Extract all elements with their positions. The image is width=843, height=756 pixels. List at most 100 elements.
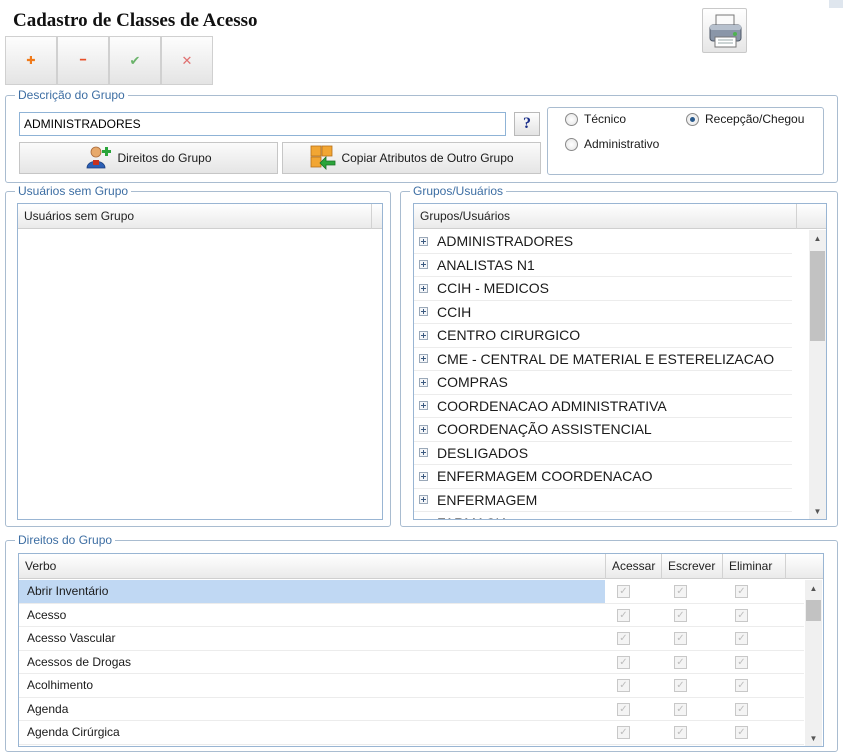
table-row[interactable]: Acesso Vascular ✓ ✓ ✓ <box>19 627 804 651</box>
eliminar-checkbox[interactable]: ✓ <box>735 655 748 669</box>
acessar-checkbox[interactable]: ✓ <box>617 585 630 598</box>
eliminar-checkbox[interactable]: ✓ <box>735 702 748 716</box>
eliminar-checkbox[interactable]: ✓ <box>735 632 748 645</box>
radio-recepcao-chegou[interactable]: Recepção/Chegou <box>686 112 804 126</box>
group-rights-grid[interactable]: Verbo Acessar Escrever Eliminar Abrir In… <box>18 553 824 747</box>
eliminar-checkbox[interactable]: ✓ <box>735 679 748 692</box>
expand-icon[interactable] <box>419 354 428 364</box>
acessar-checkbox[interactable]: ✓ <box>617 655 630 669</box>
tree-node-label: CME - CENTRAL DE MATERIAL E ESTERELIZACA… <box>437 350 775 367</box>
escrever-checkbox[interactable]: ✓ <box>674 585 687 598</box>
group-description-legend: Descrição do Grupo <box>15 88 128 102</box>
escrever-checkbox[interactable]: ✓ <box>674 632 687 645</box>
scrollbar-thumb[interactable] <box>810 251 825 341</box>
radio-administrativo-indicator <box>565 137 578 151</box>
tree-node[interactable]: CCIH - MEDICOS <box>414 277 792 301</box>
column-header-escrever[interactable]: Escrever <box>662 554 723 579</box>
groups-users-column-header[interactable]: Grupos/Usuários <box>414 204 797 229</box>
users-without-group-column-header[interactable]: Usuários sem Grupo <box>18 204 372 229</box>
tree-node[interactable]: ADMINISTRADORES <box>414 230 792 254</box>
tree-node[interactable]: ENFERMAGEM <box>414 489 792 512</box>
users-without-group-header: Usuários sem Grupo <box>18 204 382 229</box>
help-button[interactable]: ? <box>514 112 540 136</box>
tree-node[interactable]: CENTRO CIRURGICO <box>414 324 792 348</box>
tree-node[interactable]: CCIH <box>414 301 792 324</box>
expand-icon[interactable] <box>419 236 428 246</box>
escrever-checkbox[interactable]: ✓ <box>674 655 687 669</box>
expand-icon[interactable] <box>419 330 428 340</box>
escrever-checkbox[interactable]: ✓ <box>674 679 687 692</box>
print-button[interactable] <box>702 8 747 53</box>
group-type-radio-group: Técnico Recepção/Chegou Administrativo <box>547 107 824 175</box>
page-title: Cadastro de Classes de Acesso <box>13 10 258 31</box>
column-header-eliminar[interactable]: Eliminar <box>723 554 786 579</box>
verbo-cell: Acessos de Drogas <box>27 654 132 669</box>
tree-node-label: COORDENACAO ADMINISTRATIVA <box>437 397 667 414</box>
expand-icon[interactable] <box>419 424 428 434</box>
acessar-checkbox[interactable]: ✓ <box>617 632 630 645</box>
copy-attributes-icon <box>309 144 337 173</box>
escrever-checkbox[interactable]: ✓ <box>674 726 687 739</box>
expand-icon[interactable] <box>419 283 428 293</box>
tree-node[interactable]: ANALISTAS N1 <box>414 254 792 277</box>
tree-node-label: CCIH <box>437 303 472 320</box>
expand-icon[interactable] <box>419 518 428 519</box>
acessar-checkbox[interactable]: ✓ <box>617 702 630 716</box>
scroll-down-arrow-icon[interactable]: ▼ <box>809 503 826 519</box>
group-rights-button[interactable]: Direitos do Grupo <box>19 142 278 174</box>
escrever-checkbox[interactable]: ✓ <box>674 702 687 716</box>
radio-tecnico[interactable]: Técnico <box>565 112 626 126</box>
table-row[interactable]: Acesso ✓ ✓ ✓ <box>19 604 804 627</box>
radio-administrativo-label: Administrativo <box>584 137 660 151</box>
group-rights-panel: Direitos do Grupo Verbo Acessar Escrever… <box>5 533 838 752</box>
radio-administrativo[interactable]: Administrativo <box>565 137 659 151</box>
groups-users-tree[interactable]: Grupos/Usuários ADMINISTRADORES ANALISTAS… <box>413 203 827 520</box>
eliminar-checkbox[interactable]: ✓ <box>735 608 748 622</box>
tree-node[interactable]: COMPRAS <box>414 371 792 395</box>
tree-node-label: COORDENAÇÃO ASSISTENCIAL <box>437 421 652 438</box>
tree-node[interactable]: DESLIGADOS <box>414 442 792 465</box>
tree-node[interactable]: ENFERMAGEM COORDENACAO <box>414 465 792 489</box>
verbo-cell: Acolhimento <box>27 678 94 692</box>
table-row[interactable]: Acolhimento ✓ ✓ ✓ <box>19 674 804 698</box>
groups-users-scrollbar[interactable]: ▲ ▼ <box>809 230 826 519</box>
column-header-acessar[interactable]: Acessar <box>606 554 662 579</box>
add-button[interactable]: ✚ <box>5 36 57 85</box>
table-row[interactable]: Acessos de Drogas ✓ ✓ ✓ <box>19 651 804 674</box>
scroll-down-arrow-icon[interactable]: ▼ <box>805 730 822 746</box>
escrever-checkbox[interactable]: ✓ <box>674 608 687 622</box>
table-row[interactable]: Agenda ✓ ✓ ✓ <box>19 698 804 721</box>
acessar-checkbox[interactable]: ✓ <box>617 726 630 739</box>
expand-icon[interactable] <box>419 495 428 505</box>
expand-icon[interactable] <box>419 377 428 387</box>
tree-node[interactable]: COORDENAÇÃO ASSISTENCIAL <box>414 418 792 442</box>
confirm-button[interactable]: ✔ <box>109 36 161 85</box>
expand-icon[interactable] <box>419 448 428 458</box>
tree-node[interactable]: CME - CENTRAL DE MATERIAL E ESTERELIZACA… <box>414 348 792 371</box>
scroll-up-arrow-icon[interactable]: ▲ <box>809 230 826 247</box>
acessar-checkbox[interactable]: ✓ <box>617 608 630 622</box>
group-rights-scrollbar[interactable]: ▲ ▼ <box>805 580 822 746</box>
scroll-up-arrow-icon[interactable]: ▲ <box>805 580 822 597</box>
table-row[interactable]: Agenda Cirúrgica ✓ ✓ ✓ <box>19 721 804 745</box>
expand-icon[interactable] <box>419 401 428 411</box>
expand-icon[interactable] <box>419 260 428 270</box>
printer-icon <box>709 14 742 48</box>
remove-button[interactable]: ━ <box>57 36 109 85</box>
eliminar-checkbox[interactable]: ✓ <box>735 726 748 739</box>
eliminar-checkbox[interactable]: ✓ <box>735 585 748 598</box>
column-header-verbo[interactable]: Verbo <box>19 554 606 579</box>
group-description-input[interactable] <box>19 112 506 136</box>
scrollbar-thumb[interactable] <box>806 600 821 621</box>
group-rights-header: Verbo Acessar Escrever Eliminar <box>19 554 823 579</box>
acessar-checkbox[interactable]: ✓ <box>617 679 630 692</box>
users-without-group-grid[interactable]: Usuários sem Grupo <box>17 203 383 520</box>
expand-icon[interactable] <box>419 471 428 481</box>
tree-node[interactable]: FARMACIA <box>414 512 792 519</box>
table-row[interactable]: Abrir Inventário ✓ ✓ ✓ <box>19 580 804 604</box>
cancel-button[interactable]: ✕ <box>161 36 213 85</box>
verbo-cell: Agenda <box>27 701 69 716</box>
copy-attributes-button[interactable]: Copiar Atributos de Outro Grupo <box>282 142 541 174</box>
expand-icon[interactable] <box>419 307 428 317</box>
tree-node[interactable]: COORDENACAO ADMINISTRATIVA <box>414 395 792 418</box>
